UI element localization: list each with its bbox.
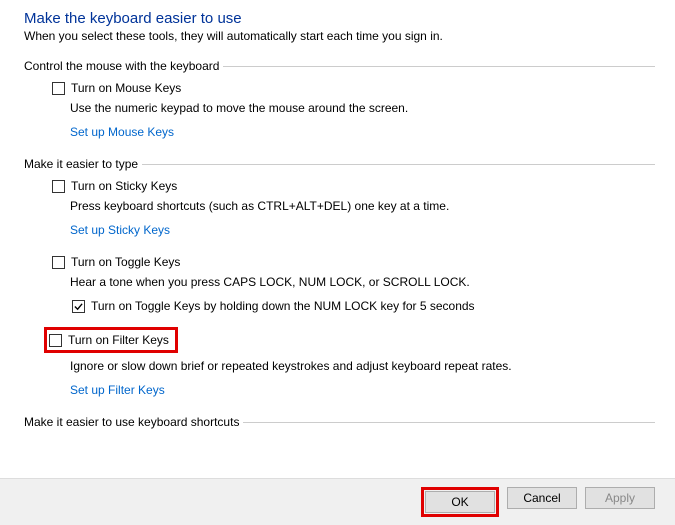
mouse-keys-desc: Use the numeric keypad to move the mouse… bbox=[70, 101, 655, 115]
mouse-keys-label: Turn on Mouse Keys bbox=[71, 81, 181, 95]
divider bbox=[243, 422, 655, 423]
ok-button-highlight: OK bbox=[421, 487, 499, 517]
group-type: Make it easier to type Turn on Sticky Ke… bbox=[24, 157, 655, 397]
mouse-keys-row[interactable]: Turn on Mouse Keys bbox=[52, 81, 655, 95]
group-mouse: Control the mouse with the keyboard Turn… bbox=[24, 59, 655, 139]
sticky-keys-checkbox[interactable] bbox=[52, 180, 65, 193]
toggle-keys-sub-label: Turn on Toggle Keys by holding down the … bbox=[91, 299, 475, 313]
group-mouse-header: Control the mouse with the keyboard bbox=[24, 59, 655, 73]
group-shortcuts-header: Make it easier to use keyboard shortcuts bbox=[24, 415, 655, 429]
ok-button[interactable]: OK bbox=[425, 491, 495, 513]
group-mouse-header-label: Control the mouse with the keyboard bbox=[24, 59, 219, 73]
mouse-keys-checkbox[interactable] bbox=[52, 82, 65, 95]
divider bbox=[142, 164, 655, 165]
cancel-button[interactable]: Cancel bbox=[507, 487, 577, 509]
sticky-keys-desc: Press keyboard shortcuts (such as CTRL+A… bbox=[70, 199, 655, 213]
filter-keys-label: Turn on Filter Keys bbox=[68, 333, 169, 347]
divider bbox=[223, 66, 655, 67]
toggle-keys-sub-checkbox[interactable] bbox=[72, 300, 85, 313]
filter-keys-checkbox[interactable] bbox=[49, 334, 62, 347]
group-type-header-label: Make it easier to type bbox=[24, 157, 138, 171]
toggle-keys-sub-row[interactable]: Turn on Toggle Keys by holding down the … bbox=[72, 299, 655, 313]
toggle-keys-checkbox[interactable] bbox=[52, 256, 65, 269]
toggle-keys-row[interactable]: Turn on Toggle Keys bbox=[52, 255, 655, 269]
group-shortcuts: Make it easier to use keyboard shortcuts bbox=[24, 415, 655, 429]
apply-button[interactable]: Apply bbox=[585, 487, 655, 509]
group-shortcuts-header-label: Make it easier to use keyboard shortcuts bbox=[24, 415, 239, 429]
page-subtitle: When you select these tools, they will a… bbox=[24, 29, 655, 43]
filter-keys-highlight: Turn on Filter Keys bbox=[44, 327, 178, 353]
sticky-keys-label: Turn on Sticky Keys bbox=[71, 179, 177, 193]
sticky-keys-row[interactable]: Turn on Sticky Keys bbox=[52, 179, 655, 193]
button-bar: OK Cancel Apply bbox=[0, 478, 675, 525]
toggle-keys-desc: Hear a tone when you press CAPS LOCK, NU… bbox=[70, 275, 655, 289]
filter-keys-link[interactable]: Set up Filter Keys bbox=[70, 383, 655, 397]
sticky-keys-link[interactable]: Set up Sticky Keys bbox=[70, 223, 655, 237]
filter-keys-desc: Ignore or slow down brief or repeated ke… bbox=[70, 359, 655, 373]
toggle-keys-label: Turn on Toggle Keys bbox=[71, 255, 180, 269]
mouse-keys-link[interactable]: Set up Mouse Keys bbox=[70, 125, 655, 139]
group-type-header: Make it easier to type bbox=[24, 157, 655, 171]
page-title: Make the keyboard easier to use bbox=[24, 10, 655, 27]
